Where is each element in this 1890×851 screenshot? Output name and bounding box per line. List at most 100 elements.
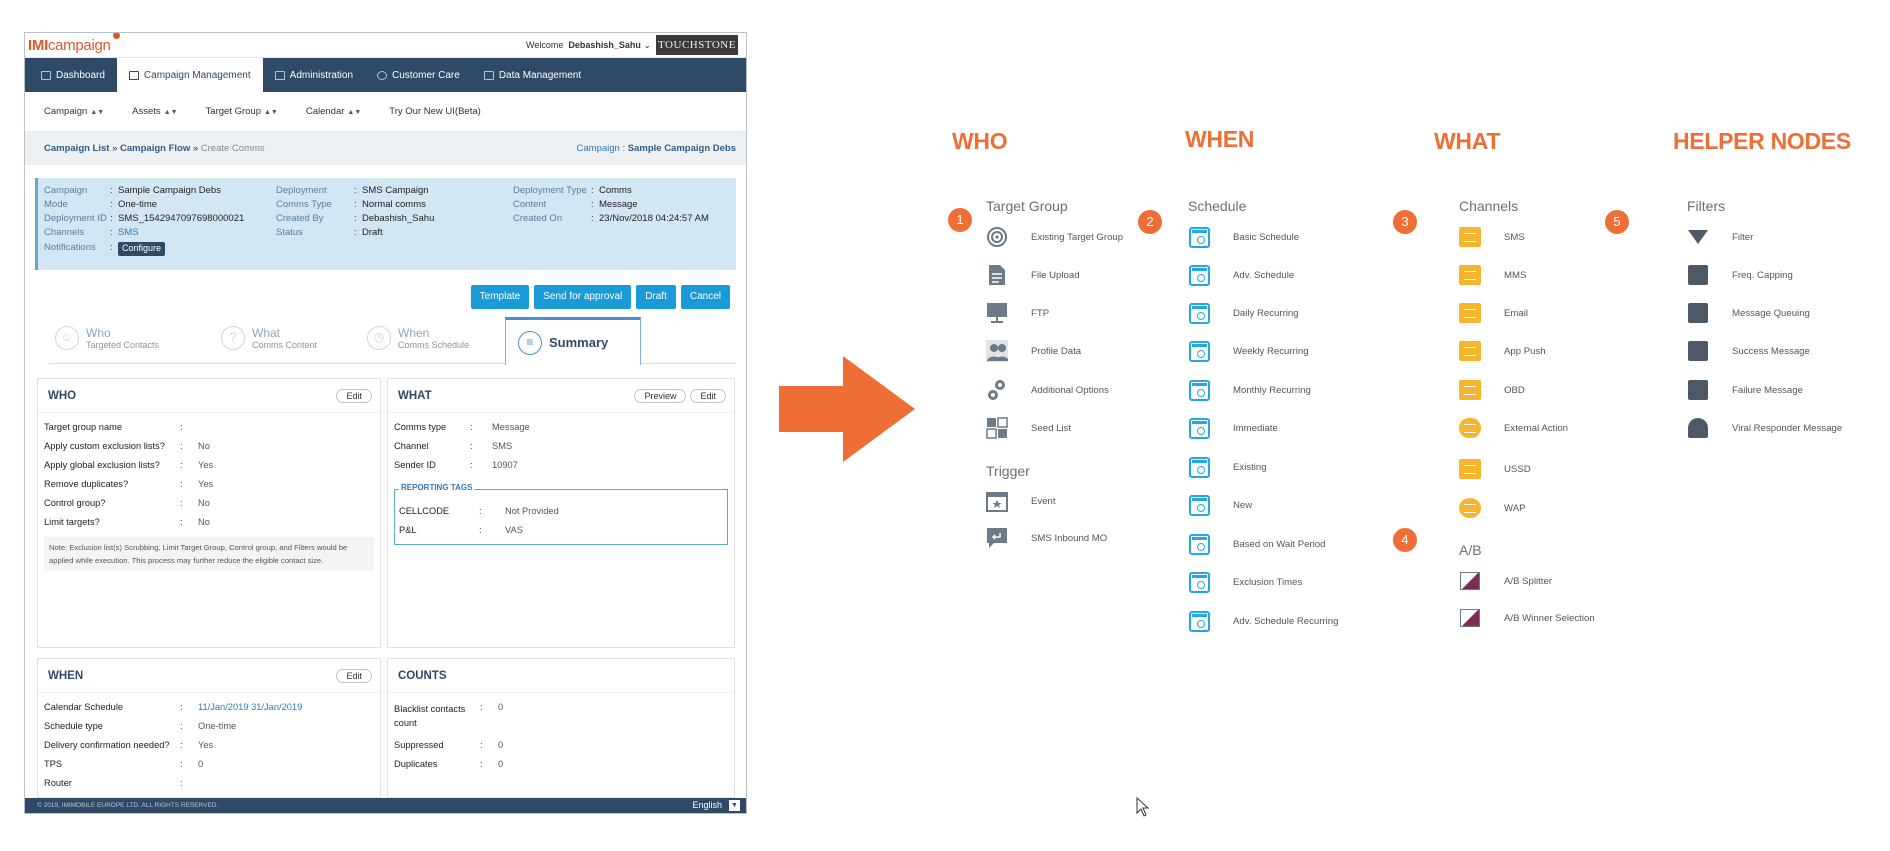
info-comms-type: Normal comms [362, 199, 426, 210]
tab-who[interactable]: ☺ Who Targeted Contacts [55, 326, 159, 350]
counts-row: Blacklist contacts count: 0 [394, 702, 503, 730]
node-filter[interactable]: Filter [1687, 223, 1753, 251]
node-ftp[interactable]: FTP [986, 299, 1049, 327]
node-obd[interactable]: OBD [1459, 376, 1525, 404]
node-email[interactable]: Email [1459, 299, 1528, 327]
info-key: Deployment [276, 185, 327, 196]
welcome-user[interactable]: Welcome Debashish_Sahu ⌄ [526, 40, 651, 51]
node-immediate[interactable]: Immediate [1188, 414, 1278, 442]
when-panel: WHEN Edit Calendar Schedule: 11/Jan/2019 3… [37, 658, 381, 798]
send-for-approval-button[interactable]: Send for approval [534, 285, 632, 309]
node-freq-capping[interactable]: Freq. Capping [1687, 261, 1793, 289]
template-button[interactable]: Template [470, 285, 530, 309]
nav-customer-care[interactable]: Customer Care [365, 58, 472, 92]
node-additional-options[interactable]: Additional Options [986, 376, 1109, 404]
row-key: TPS [44, 759, 63, 769]
node-label: Event [1031, 495, 1056, 507]
node-sms-inbound-mo[interactable]: SMS Inbound MO [986, 524, 1107, 552]
row-colon: : [479, 525, 482, 535]
node-external-action[interactable]: External Action [1459, 414, 1568, 442]
section-filters: Filters [1687, 198, 1726, 214]
subnav-assets[interactable]: Assets ▲▼ [132, 106, 177, 117]
node-basic-schedule[interactable]: Basic Schedule [1188, 223, 1299, 251]
node-failure-message[interactable]: Failure Message [1687, 376, 1803, 404]
row-key: Remove duplicates? [44, 479, 129, 489]
row-key: Channel [394, 441, 429, 451]
who-edit-button[interactable]: Edit [336, 388, 372, 403]
subnav-target-group[interactable]: Target Group ▲▼ [206, 106, 278, 117]
node-ussd[interactable]: USSD [1459, 455, 1531, 483]
node-existing-target-group[interactable]: Existing Target Group [986, 223, 1123, 251]
breadcrumb-current: Create Comms [200, 143, 265, 154]
node-daily-recurring[interactable]: Daily Recurring [1188, 299, 1299, 327]
node-file-upload[interactable]: File Upload [986, 261, 1080, 289]
node-new[interactable]: New [1188, 491, 1252, 519]
node-label: File Upload [1031, 269, 1080, 281]
node-app-push[interactable]: App Push [1459, 337, 1546, 365]
node-profile-data[interactable]: Profile Data [986, 337, 1081, 365]
hourglass-icon [1687, 302, 1709, 324]
calendar-schedule-link[interactable]: 11/Jan/2019 31/Jan/2019 [198, 702, 302, 712]
row-key: P&L [399, 525, 417, 535]
info-mode: One-time [118, 199, 158, 210]
row-colon: : [180, 778, 183, 788]
node-viral-responder-message[interactable]: Viral Responder Message [1687, 414, 1842, 442]
channel-glyph [1459, 380, 1481, 400]
imicampaign-logo[interactable]: IMIcampaign [28, 37, 111, 54]
calendar-24h-icon [1188, 302, 1210, 324]
node-label: Success Message [1732, 345, 1810, 357]
node-event[interactable]: Event [986, 487, 1056, 515]
dropdown-arrow-icon[interactable]: ▼ [729, 800, 740, 811]
tag-row: CELLCODE: Not Provided [399, 506, 559, 516]
campaign-link[interactable]: Campaign : Sample Campaign Debs [577, 143, 736, 154]
check-message-icon [1687, 340, 1709, 362]
what-row: Sender ID: 10907 [394, 460, 518, 470]
what-edit-button[interactable]: Edit [690, 388, 726, 403]
nav-administration[interactable]: Administration [263, 58, 365, 92]
node-success-message[interactable]: Success Message [1687, 337, 1810, 365]
server-icon-svg [987, 303, 1007, 323]
cancel-button[interactable]: Cancel [680, 285, 730, 309]
row-key: Comms type [394, 422, 447, 432]
tab-when[interactable]: ◷ When Comms Schedule [367, 326, 469, 350]
info-channels[interactable]: SMS [118, 227, 139, 241]
nav-dashboard[interactable]: Dashboard [29, 58, 117, 92]
slide-canvas: IMIcampaign Welcome Debashish_Sahu ⌄ TOU… [0, 0, 1890, 851]
node-ab-winner-selection[interactable]: A/B Winner Selection [1459, 604, 1595, 632]
node-mms[interactable]: MMS [1459, 261, 1526, 289]
node-adv-schedule[interactable]: Adv. Schedule [1188, 261, 1294, 289]
node-based-on-wait-period[interactable]: Based on Wait Period [1188, 530, 1325, 558]
node-monthly-recurring[interactable]: Monthly Recurring [1188, 376, 1311, 404]
tab-what[interactable]: ? What Comms Content [221, 326, 317, 350]
node-existing[interactable]: Existing [1188, 453, 1267, 481]
node-seed-list[interactable]: Seed List [986, 414, 1071, 442]
language-select[interactable]: English [692, 798, 722, 813]
draft-button[interactable]: Draft [636, 285, 676, 309]
breadcrumb-campaign-flow[interactable]: Campaign Flow [120, 143, 190, 154]
node-message-queuing[interactable]: Message Queuing [1687, 299, 1810, 327]
tag-row: P&L: VAS [399, 525, 523, 535]
nav-campaign-management[interactable]: Campaign Management [116, 58, 263, 92]
breadcrumb-campaign-list[interactable]: Campaign List [44, 143, 109, 154]
subnav-calendar[interactable]: Calendar ▲▼ [306, 106, 361, 117]
subnav-campaign[interactable]: Campaign ▲▼ [44, 106, 104, 117]
node-adv-schedule-recurring[interactable]: Adv. Schedule Recurring [1188, 607, 1338, 635]
tab-summary[interactable]: ≡ Summary [505, 317, 641, 365]
node-sms[interactable]: SMS [1459, 223, 1525, 251]
configure-button[interactable]: Configure [118, 242, 166, 256]
when-edit-button[interactable]: Edit [336, 668, 372, 683]
sub-nav: Campaign ▲▼ Assets ▲▼ Target Group ▲▼ Calen… [25, 92, 746, 132]
node-label: Basic Schedule [1233, 231, 1300, 243]
node-exclusion-times[interactable]: Exclusion Times [1188, 568, 1302, 596]
counts-title: COUNTS [398, 669, 447, 682]
phone-icon [1459, 379, 1481, 401]
info-created-by: Debashish_Sahu [362, 213, 435, 224]
node-wap[interactable]: WAP [1459, 494, 1526, 522]
node-ab-splitter[interactable]: A/B Splitter [1459, 567, 1552, 595]
node-weekly-recurring[interactable]: Weekly Recurring [1188, 337, 1309, 365]
what-preview-button[interactable]: Preview [634, 388, 687, 403]
file-icon-svg [989, 265, 1005, 285]
target-icon [986, 226, 1008, 248]
subnav-new-ui-beta[interactable]: Try Our New UI(Beta) [389, 106, 481, 117]
nav-data-management[interactable]: Data Management [472, 58, 593, 92]
